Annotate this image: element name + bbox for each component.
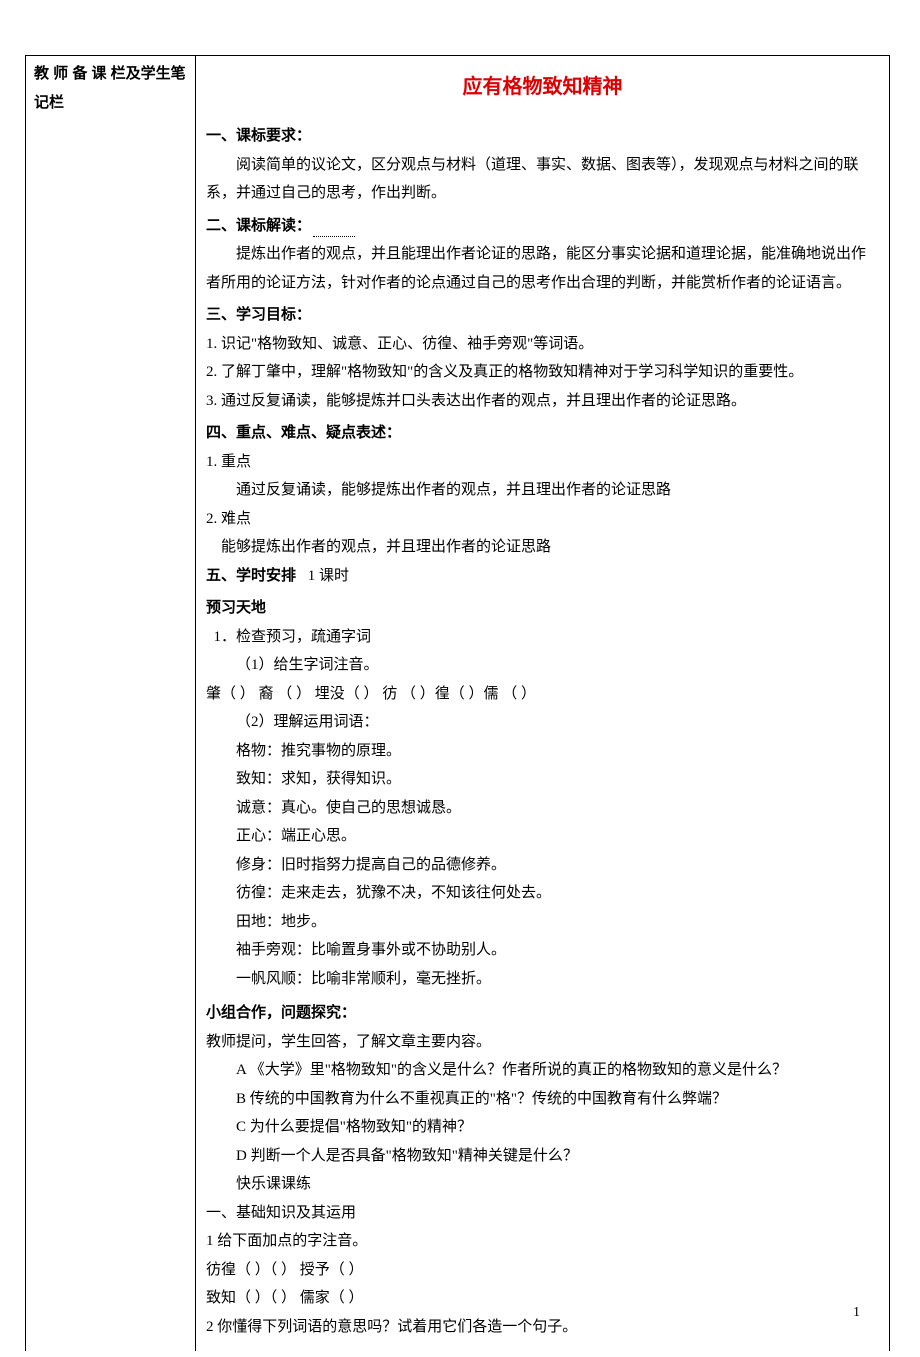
- vocab-9: 一帆风顺：比喻非常顺利，毫无挫折。: [206, 965, 879, 994]
- basics-line-2: 致知（ ）（ ） 儒家（ ）: [206, 1284, 879, 1313]
- section-4-body-1: 通过反复诵读，能够提炼出作者的观点，并且理出作者的论证思路: [206, 476, 879, 505]
- page-number: 1: [853, 1300, 860, 1327]
- section-2-body: 提炼出作者的观点，并且能理出作者论证的思路，能区分事实论据和道理论据，能准确地说…: [206, 240, 879, 297]
- section-4-label-2: 2. 难点: [206, 505, 879, 534]
- sidebar-label: 教 师 备 课 栏及学生笔记栏: [34, 60, 187, 117]
- vocab-3: 诚意：真心。使自己的思想诚恳。: [206, 794, 879, 823]
- group-question-c: C 为什么要提倡"格物致知"的精神？: [206, 1113, 879, 1142]
- group-question-b: B 传统的中国教育为什么不重视真正的"格"？传统的中国教育有什么弊端？: [206, 1085, 879, 1114]
- section-4-body-2: 能够提炼出作者的观点，并且理出作者的论证思路: [206, 533, 879, 562]
- vocab-4: 正心：端正心思。: [206, 822, 879, 851]
- preview-pinyin-line: 肇（ ） 裔 （ ） 埋没（ ） 彷 （ ）徨（ ）儒 （ ）: [206, 680, 879, 709]
- group-kuaile: 快乐课课练: [206, 1170, 879, 1199]
- group-question-a: A 《大学》里"格物致知"的含义是什么？作者所说的真正的格物致知的意义是什么？: [206, 1056, 879, 1085]
- section-4-head: 四、重点、难点、疑点表述：: [206, 419, 879, 448]
- preview-sub-2: （2）理解运用词语：: [206, 708, 879, 737]
- group-intro: 教师提问，学生回答，了解文章主要内容。: [206, 1028, 879, 1057]
- section-5-row: 五、学时安排 1 课时: [206, 562, 879, 591]
- section-3-head: 三、学习目标：: [206, 301, 879, 330]
- preview-head: 预习天地: [206, 594, 879, 623]
- section-3-item-3: 3. 通过反复诵读，能够提炼并口头表达出作者的观点，并且理出作者的论证思路。: [206, 387, 879, 416]
- section-4-label-1: 1. 重点: [206, 448, 879, 477]
- main-content: 应有格物致知精神 一、课标要求： 阅读简单的议论文，区分观点与材料（道理、事实、…: [196, 56, 890, 1351]
- group-question-d: D 判断一个人是否具备"格物致知"精神关键是什么？: [206, 1142, 879, 1171]
- vocab-7: 田地：地步。: [206, 908, 879, 937]
- preview-sub-1: （1）给生字词注音。: [206, 651, 879, 680]
- basics-line-1: 彷徨（ ）（ ） 授予（ ）: [206, 1256, 879, 1285]
- vocab-5: 修身：旧时指努力提高自己的品德修养。: [206, 851, 879, 880]
- section-2-head: 二、课标解读：: [206, 212, 879, 241]
- section-1-body: 阅读简单的议论文，区分观点与材料（道理、事实、数据、图表等），发现观点与材料之间…: [206, 151, 879, 208]
- group-head: 小组合作，问题探究：: [206, 999, 879, 1028]
- preview-item-1: 1．检查预习，疏通字词: [206, 623, 879, 652]
- page-title: 应有格物致知精神: [206, 68, 879, 106]
- sidebar-notes-column: 教 师 备 课 栏及学生笔记栏: [26, 56, 196, 1351]
- vocab-6: 彷徨：走来走去，犹豫不决，不知该往何处去。: [206, 879, 879, 908]
- section-3-item-2: 2. 了解丁肇中，理解"格物致知"的含义及真正的格物致知精神对于学习科学知识的重…: [206, 358, 879, 387]
- section-5-value: 1 课时: [308, 568, 349, 584]
- vocab-2: 致知：求知，获得知识。: [206, 765, 879, 794]
- basics-item-1: 1 给下面加点的字注音。: [206, 1227, 879, 1256]
- section-5-head: 五、学时安排: [206, 567, 296, 584]
- section-1-head: 一、课标要求：: [206, 122, 879, 151]
- basics-item-2: 2 你懂得下列词语的意思吗？试着用它们各造一个句子。: [206, 1313, 879, 1342]
- section-3-item-1: 1. 识记"格物致知、诚意、正心、彷徨、袖手旁观"等词语。: [206, 330, 879, 359]
- vocab-8: 袖手旁观：比喻置身事外或不协助别人。: [206, 936, 879, 965]
- basics-head: 一、基础知识及其运用: [206, 1199, 879, 1228]
- vocab-1: 格物：推究事物的原理。: [206, 737, 879, 766]
